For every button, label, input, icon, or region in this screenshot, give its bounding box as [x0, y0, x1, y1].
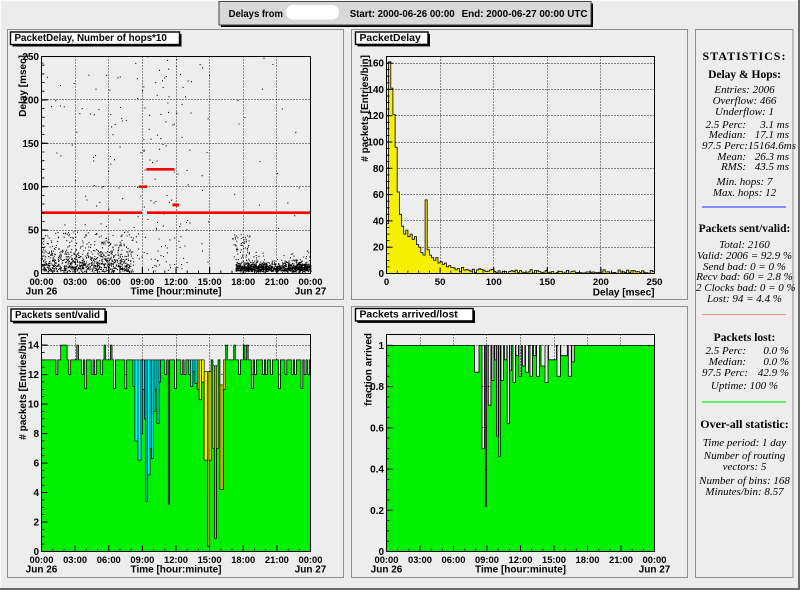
svg-text:Jun 26: Jun 26: [371, 565, 403, 576]
svg-text:PacketDelay, Number of hops*10: PacketDelay, Number of hops*10: [15, 33, 168, 44]
svg-text:Jun 27: Jun 27: [639, 565, 671, 576]
svg-text:Start: 2000-06-26 00:00: Start: 2000-06-26 00:00: [350, 9, 455, 20]
svg-text:Delays from: Delays from: [229, 9, 283, 20]
svg-text:00:00: 00:00: [30, 276, 54, 287]
svg-text:1: 1: [378, 341, 384, 352]
svg-text:15:00: 15:00: [542, 554, 566, 565]
svg-text:Time [hour:minute]: Time [hour:minute]: [131, 287, 222, 298]
svg-text:End: 2000-06-27 00:00 UTC: End: 2000-06-27 00:00 UTC: [462, 9, 588, 20]
svg-text:100: 100: [486, 277, 502, 288]
svg-text:150: 150: [539, 277, 555, 288]
svg-text:03:00: 03:00: [63, 554, 87, 565]
svg-text:0.2: 0.2: [370, 506, 384, 517]
svg-text:Time [hour:minute]: Time [hour:minute]: [131, 565, 222, 576]
svg-text:Packets arrived/lost: Packets arrived/lost: [360, 309, 459, 320]
svg-text:0.6: 0.6: [370, 423, 384, 434]
svg-text:Time [hour:minute]: Time [hour:minute]: [475, 565, 566, 576]
svg-text:09:00: 09:00: [130, 554, 154, 565]
svg-text:18:00: 18:00: [576, 554, 600, 565]
svg-text:200: 200: [593, 277, 609, 288]
svg-text:03:00: 03:00: [408, 554, 432, 565]
svg-text:PacketDelay: PacketDelay: [360, 33, 421, 44]
svg-text:15:00: 15:00: [198, 554, 222, 565]
svg-text:21:00: 21:00: [265, 276, 289, 287]
svg-text:12:00: 12:00: [509, 554, 533, 565]
svg-text:09:00: 09:00: [475, 554, 499, 565]
svg-text:06:00: 06:00: [442, 554, 466, 565]
svg-text:Delay [msec]: Delay [msec]: [18, 55, 29, 117]
svg-text:6: 6: [33, 459, 39, 470]
svg-text:0.4: 0.4: [370, 465, 384, 476]
svg-text:2: 2: [33, 518, 39, 529]
svg-text:15:00: 15:00: [198, 276, 222, 287]
svg-text:0: 0: [384, 277, 389, 288]
svg-text:12:00: 12:00: [164, 554, 188, 565]
svg-text:20: 20: [373, 243, 385, 254]
svg-text:250: 250: [646, 277, 662, 288]
svg-text:100: 100: [22, 182, 39, 193]
svg-text:8: 8: [33, 429, 39, 440]
svg-text:00:00: 00:00: [375, 554, 399, 565]
svg-text:00:00: 00:00: [30, 554, 54, 565]
svg-text:Jun 27: Jun 27: [295, 565, 327, 576]
svg-text:14: 14: [28, 341, 40, 352]
svg-text:Jun 26: Jun 26: [26, 565, 58, 576]
svg-text:40: 40: [373, 216, 385, 227]
svg-text:00:00: 00:00: [299, 276, 323, 287]
svg-text:Jun 27: Jun 27: [295, 287, 327, 298]
svg-text:03:00: 03:00: [63, 276, 87, 287]
svg-text:10: 10: [28, 400, 40, 411]
svg-text:09:00: 09:00: [130, 276, 154, 287]
svg-text:150: 150: [22, 139, 39, 150]
svg-text:50: 50: [435, 277, 446, 288]
svg-text:00:00: 00:00: [643, 554, 667, 565]
svg-text:06:00: 06:00: [97, 554, 121, 565]
svg-text:# packets [Entries/bin]: # packets [Entries/bin]: [18, 333, 29, 440]
svg-text:Delay [msec]: Delay [msec]: [593, 288, 655, 299]
svg-text:21:00: 21:00: [265, 554, 289, 565]
svg-text:18:00: 18:00: [231, 276, 255, 287]
svg-text:60: 60: [373, 190, 385, 201]
svg-text:12: 12: [28, 370, 40, 381]
svg-text:Jun 26: Jun 26: [26, 287, 58, 298]
svg-text:80: 80: [373, 164, 385, 175]
svg-text:4: 4: [33, 488, 39, 499]
svg-text:fraction arrived: fraction arrived: [364, 333, 375, 406]
svg-text:00:00: 00:00: [299, 554, 323, 565]
svg-text:06:00: 06:00: [97, 276, 121, 287]
svg-text:50: 50: [28, 226, 40, 237]
svg-text:# packets [Entries/bin]: # packets [Entries/bin]: [360, 55, 371, 162]
svg-text:21:00: 21:00: [609, 554, 633, 565]
svg-text:18:00: 18:00: [231, 554, 255, 565]
svg-text:12:00: 12:00: [164, 276, 188, 287]
svg-text:Packets sent/valid: Packets sent/valid: [15, 310, 100, 321]
